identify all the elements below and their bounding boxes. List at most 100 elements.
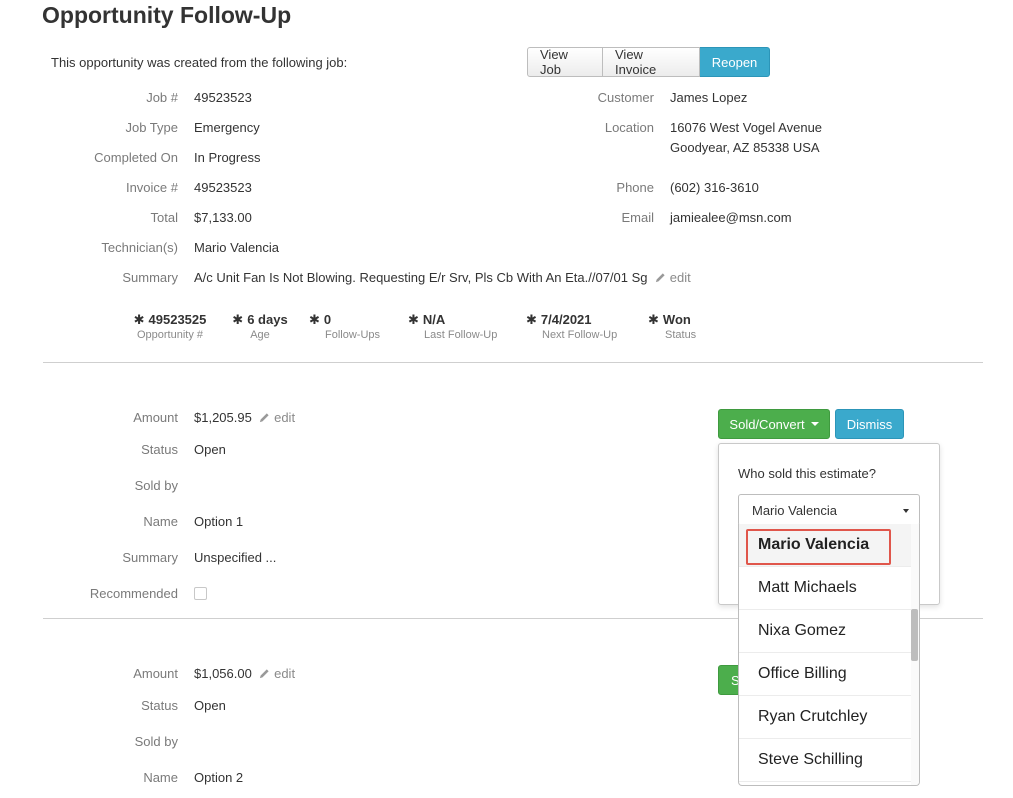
option-label: Nixa Gomez <box>758 622 847 639</box>
option-matt-michaels[interactable]: Matt Michaels <box>739 567 913 610</box>
stat-value: Won <box>662 312 691 327</box>
caret-down-icon <box>810 422 819 426</box>
pencil-icon <box>656 273 665 283</box>
est2-name-label: Name <box>143 770 178 785</box>
technician: Mario Valencia <box>194 240 280 255</box>
view-invoice-button[interactable]: View Invoice <box>603 47 700 77</box>
sold-by-select[interactable]: Mario Valencia <box>738 494 920 526</box>
stat-label: Status <box>665 329 697 341</box>
sold-by-dropdown: Mario Valencia Matt Michaels Nixa Gomez … <box>738 524 920 786</box>
stat-value: 6 days <box>247 312 288 327</box>
est1-amount: $1,205.95 <box>194 410 252 425</box>
scrollbar-thumb[interactable] <box>911 609 918 661</box>
phone-label: Phone <box>616 180 654 195</box>
option-label: Matt Michaels <box>758 579 857 596</box>
customer-name: James Lopez <box>670 90 748 105</box>
summary-edit-link[interactable]: edit <box>655 270 691 285</box>
stat-label: Opportunity # <box>136 329 204 341</box>
dismiss-button[interactable]: Dismiss <box>835 409 904 439</box>
est1-amount-edit-link[interactable]: edit <box>259 410 295 425</box>
page-title: Opportunity Follow-Up <box>42 2 292 28</box>
invoice-number-label: Invoice # <box>125 180 178 195</box>
asterisk-icon: ✱ <box>309 312 320 327</box>
sold-convert-button[interactable]: Sold/Convert <box>718 409 830 439</box>
est2-amount-label: Amount <box>133 666 178 681</box>
est1-summary: Unspecified ... <box>194 550 277 565</box>
completed-on-label: Completed On <box>94 150 178 165</box>
pencil-icon <box>260 669 270 679</box>
intro-text: This opportunity was created from the fo… <box>51 55 348 70</box>
asterisk-icon: ✱ <box>648 312 659 327</box>
stat-last-follow-up: ✱ N/A Last Follow-Up <box>408 312 518 341</box>
option-steve-schilling[interactable]: Steve Schilling <box>739 739 913 782</box>
caret-down-icon <box>903 509 909 513</box>
technician-label: Technician(s) <box>101 240 178 255</box>
completed-on: In Progress <box>194 150 261 165</box>
view-job-button[interactable]: View Job <box>527 47 603 77</box>
option-nixa-gomez[interactable]: Nixa Gomez <box>739 610 913 653</box>
est1-name-label: Name <box>143 514 178 529</box>
option-label: Ryan Crutchley <box>758 708 868 725</box>
sold-by-selected: Mario Valencia <box>752 502 838 518</box>
est2-amount-row: $1,056.00 edit <box>194 666 295 681</box>
location-label: Location <box>604 120 654 135</box>
asterisk-icon: ✱ <box>408 312 419 327</box>
est2-amount-edit-link[interactable]: edit <box>259 666 295 681</box>
total: $7,133.00 <box>194 210 252 225</box>
est2-edit-label: edit <box>274 666 296 681</box>
est2-sold-by-label: Sold by <box>134 734 178 749</box>
job-number-label: Job # <box>146 90 178 105</box>
est1-sold-by-label: Sold by <box>134 478 178 493</box>
option-label: Steve Schilling <box>758 751 863 768</box>
est2-amount: $1,056.00 <box>194 666 252 681</box>
email: jamiealee@msn.com <box>670 210 792 225</box>
option-label: Office Billing <box>758 665 847 682</box>
stat-value: 49523525 <box>148 312 207 327</box>
address-line-2: Goodyear, AZ 85338 USA <box>670 140 820 155</box>
stat-value: 0 <box>323 312 332 327</box>
email-label: Email <box>621 210 654 225</box>
customer-label: Customer <box>597 90 654 105</box>
est1-amount-row: $1,205.95 edit <box>194 410 295 425</box>
address-line-1: 16076 West Vogel Avenue <box>670 120 823 135</box>
job-actions: View Job View Invoice Reopen <box>527 47 770 77</box>
option-mario-valencia[interactable]: Mario Valencia <box>739 524 913 567</box>
job-number: 49523523 <box>194 90 252 105</box>
est1-status-label: Status <box>141 442 178 457</box>
est2-status: Open <box>194 698 226 713</box>
est1-amount-label: Amount <box>133 410 178 425</box>
pencil-icon <box>260 413 270 423</box>
option-ryan-crutchley[interactable]: Ryan Crutchley <box>739 696 913 739</box>
job-summary: A/c Unit Fan Is Not Blowing. Requesting … <box>194 270 648 285</box>
stat-label: Last Follow-Up <box>424 329 498 341</box>
asterisk-icon: ✱ <box>232 312 244 327</box>
stat-value: N/A <box>422 312 446 327</box>
est1-status: Open <box>194 442 226 457</box>
summary-edit-label: edit <box>669 270 691 285</box>
est1-name: Option 1 <box>194 514 244 529</box>
recommended-checkbox[interactable] <box>194 587 207 600</box>
job-type-label: Job Type <box>125 120 178 135</box>
phone: (602) 316-3610 <box>670 180 759 195</box>
invoice-number: 49523523 <box>194 180 252 195</box>
summary-label: Summary <box>122 270 178 285</box>
stat-follow-ups: ✱ 0 Follow-Ups <box>305 312 405 341</box>
sold-convert-label: Sold/Convert <box>729 416 805 432</box>
total-label: Total <box>150 210 178 225</box>
stat-value: 7/4/2021 <box>540 312 592 327</box>
option-office-billing[interactable]: Office Billing <box>739 653 913 696</box>
stat-opportunity: ✱ 49523525 Opportunity # <box>115 312 225 341</box>
reopen-button[interactable]: Reopen <box>700 47 770 77</box>
stat-status: ✱ Won Status <box>648 312 718 341</box>
est2-name: Option 2 <box>194 770 244 785</box>
job-summary-row: A/c Unit Fan Is Not Blowing. Requesting … <box>194 270 691 285</box>
divider <box>43 362 983 363</box>
est1-edit-label: edit <box>274 410 296 425</box>
stat-label: Next Follow-Up <box>542 329 618 341</box>
job-type: Emergency <box>194 120 260 135</box>
est1-recommended-label: Recommended <box>89 586 178 601</box>
highlight-box <box>746 529 891 565</box>
asterisk-icon: ✱ <box>133 312 145 327</box>
stat-next-follow-up: ✱ 7/4/2021 Next Follow-Up <box>526 312 646 341</box>
stat-age: ✱ 6 days Age <box>225 312 295 341</box>
